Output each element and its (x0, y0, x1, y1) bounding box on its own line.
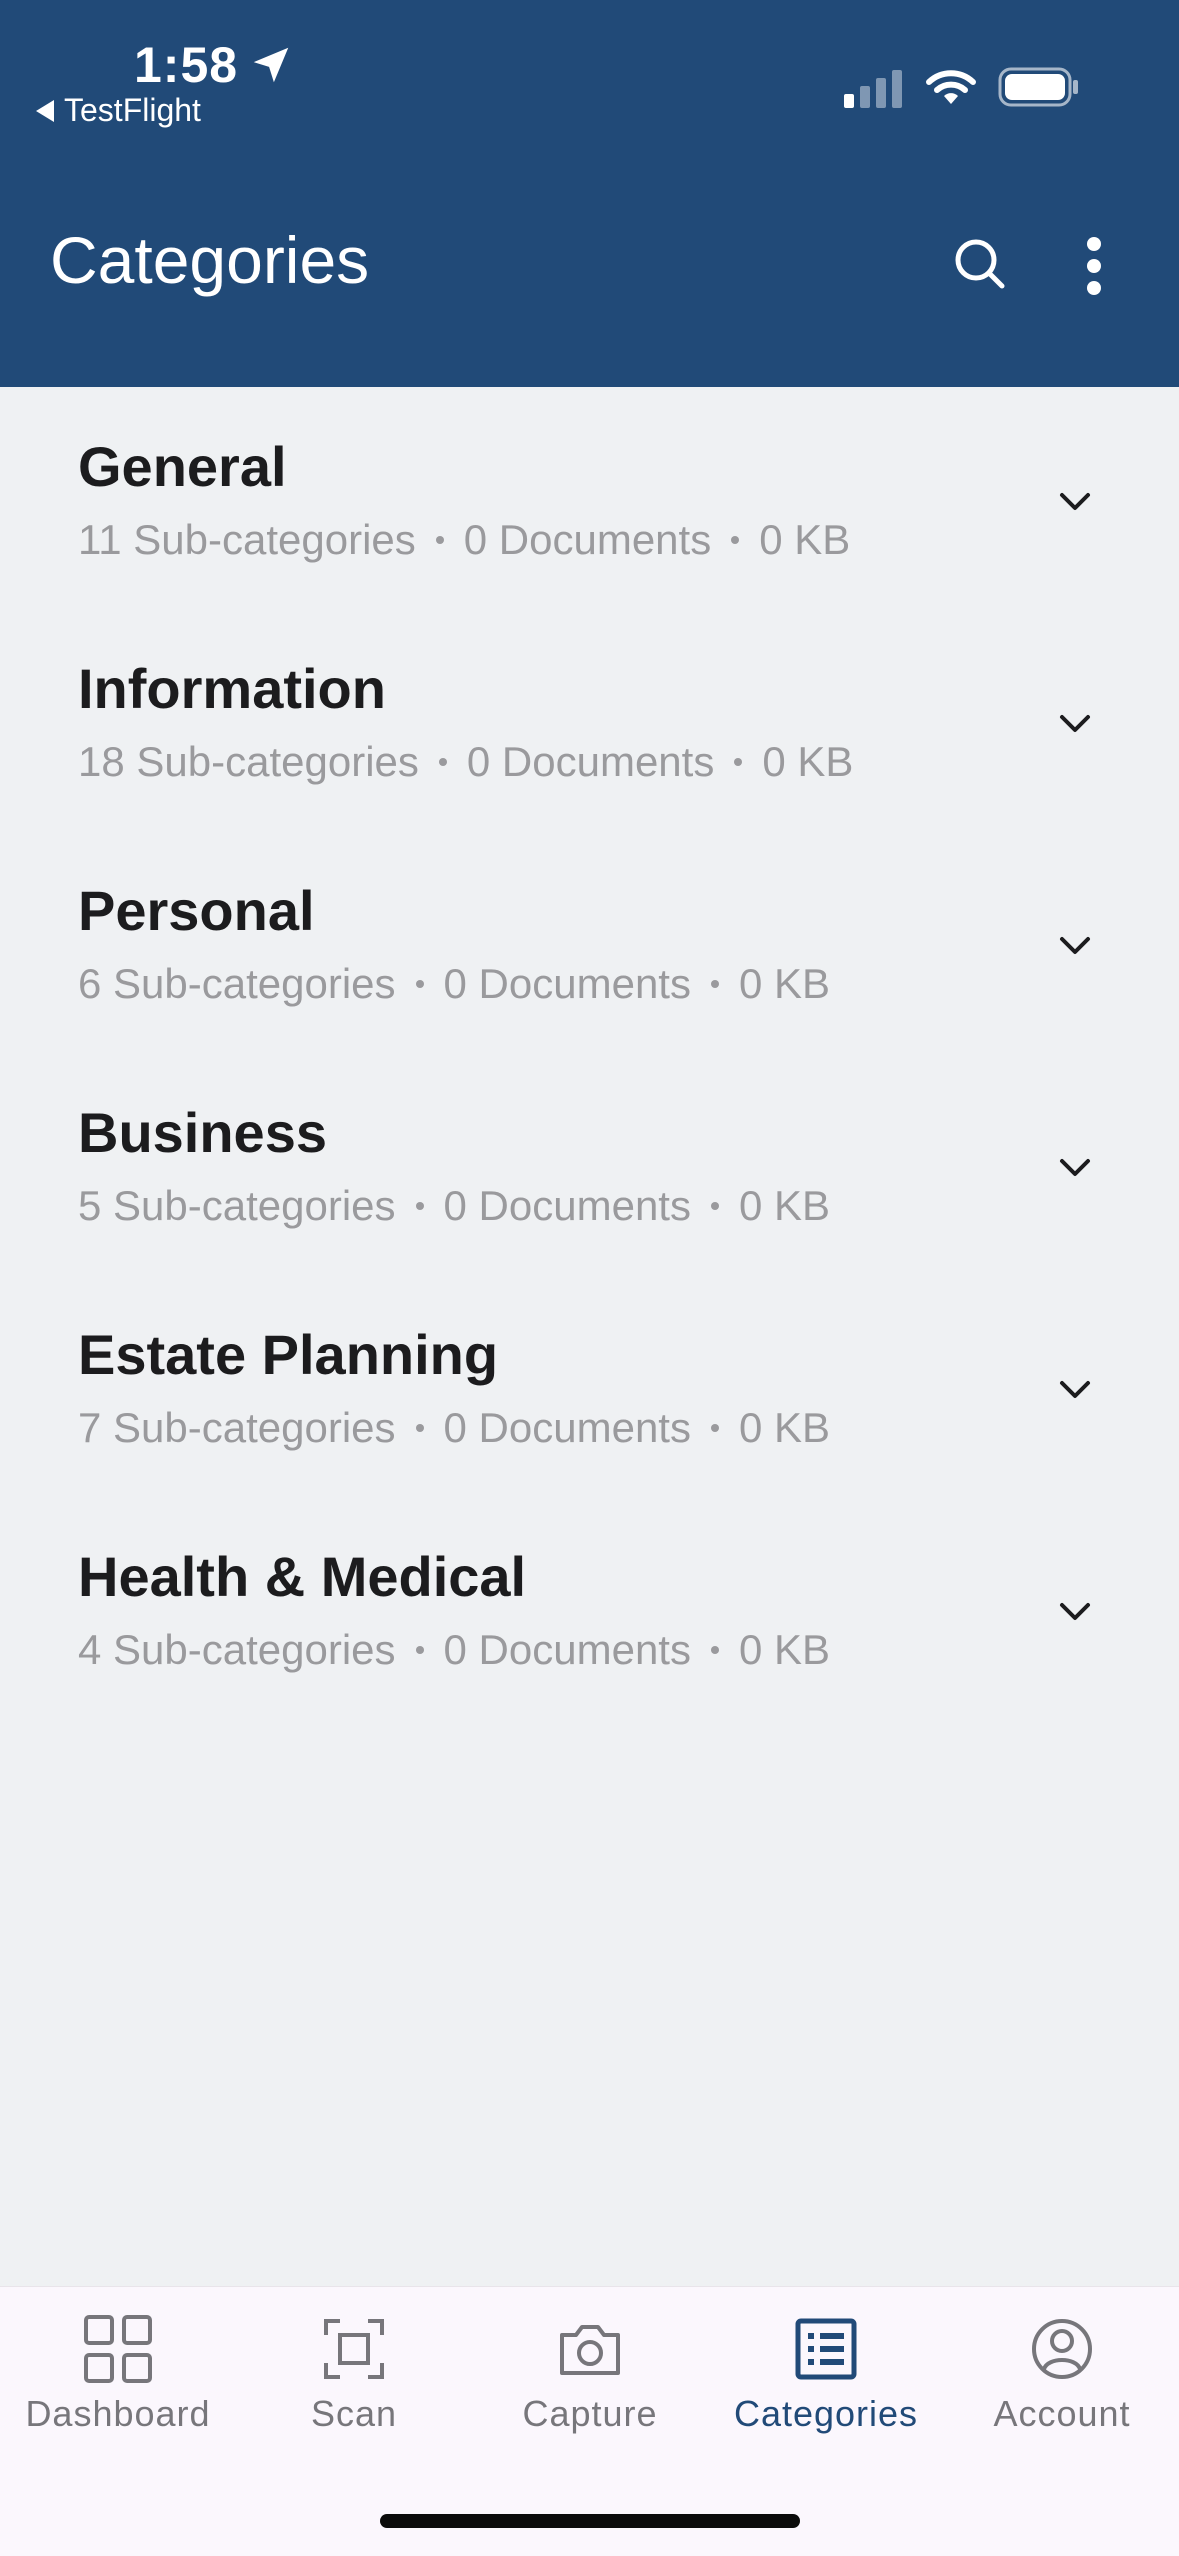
subcategory-count: 6 Sub-categories (78, 960, 396, 1007)
document-count: 0 Documents (443, 1182, 691, 1229)
document-count: 0 Documents (443, 960, 691, 1007)
wifi-icon (926, 70, 976, 104)
category-name: Personal (78, 879, 315, 942)
tab-label: Scan (310, 2393, 398, 2434)
separator-dot (710, 980, 719, 988)
location-arrow-icon (253, 47, 289, 83)
separator-dot (415, 1202, 424, 1210)
category-meta: 4 Sub-categories 0 Documents 0 KB (78, 1625, 830, 1675)
storage-size: 0 KB (762, 738, 854, 785)
storage-size: 0 KB (738, 1182, 831, 1229)
separator-dot (710, 1424, 719, 1432)
subcategory-count: 7 Sub-categories (78, 1404, 396, 1451)
storage-size: 0 KB (738, 1404, 831, 1451)
category-item-health-medical[interactable]: Health & Medical 4 Sub-categories 0 Docu… (0, 1497, 1179, 1719)
separator-dot (415, 980, 424, 988)
back-app-label: TestFlight (64, 92, 201, 128)
back-to-testflight-link[interactable]: TestFlight (36, 92, 201, 129)
category-item-information[interactable]: Information 18 Sub-categories 0 Document… (0, 609, 1179, 831)
category-meta: 6 Sub-categories 0 Documents 0 KB (78, 959, 830, 1009)
tab-label: Capture (522, 2393, 658, 2434)
tab-label: Account (993, 2393, 1131, 2434)
separator-dot (734, 758, 743, 766)
category-item-business[interactable]: Business 5 Sub-categories 0 Documents 0 … (0, 1053, 1179, 1275)
separator-dot (710, 1202, 719, 1210)
category-meta: 7 Sub-categories 0 Documents 0 KB (78, 1403, 830, 1453)
category-item-general[interactable]: General 11 Sub-categories 0 Documents 0 … (0, 387, 1179, 609)
storage-size: 0 KB (738, 960, 831, 1007)
chevron-down-icon[interactable] (1058, 713, 1092, 735)
list-icon (795, 2318, 857, 2380)
tab-label: Categories (733, 2393, 919, 2434)
category-name: Information (78, 657, 386, 720)
tab-scan[interactable]: Scan (236, 2313, 472, 2453)
tab-account[interactable]: Account (944, 2313, 1179, 2453)
document-count: 0 Documents (443, 1626, 691, 1673)
app-header: 1:58 TestFlight Categories (0, 0, 1179, 387)
chevron-down-icon[interactable] (1058, 935, 1092, 957)
separator-dot (415, 1646, 424, 1654)
status-time: 1:58 (134, 37, 239, 93)
separator-dot (438, 758, 447, 766)
chevron-down-icon[interactable] (1058, 1601, 1092, 1623)
tab-capture[interactable]: Capture (472, 2313, 708, 2453)
home-indicator[interactable] (380, 2514, 800, 2528)
document-count: 0 Documents (466, 738, 715, 785)
category-meta: 18 Sub-categories 0 Documents 0 KB (78, 737, 853, 787)
document-count: 0 Documents (443, 1404, 691, 1451)
chevron-down-icon[interactable] (1058, 1379, 1092, 1401)
tab-label: Dashboard (25, 2393, 211, 2434)
category-name: General (78, 435, 287, 498)
subcategory-count: 11 Sub-categories (78, 516, 416, 563)
account-icon (1032, 2319, 1092, 2379)
category-item-estate-planning[interactable]: Estate Planning 7 Sub-categories 0 Docum… (0, 1275, 1179, 1497)
document-count: 0 Documents (463, 516, 712, 563)
category-name: Estate Planning (78, 1323, 499, 1386)
category-meta: 5 Sub-categories 0 Documents 0 KB (78, 1181, 830, 1231)
separator-dot (731, 536, 740, 544)
battery-icon (998, 67, 1078, 107)
chevron-down-icon[interactable] (1058, 491, 1092, 513)
camera-icon (560, 2325, 620, 2375)
storage-size: 0 KB (738, 1626, 831, 1673)
separator-dot (710, 1646, 719, 1654)
back-triangle-icon (36, 99, 54, 122)
cellular-signal-icon (844, 70, 902, 108)
dashboard-icon (84, 2315, 152, 2383)
page-title: Categories (50, 223, 370, 297)
category-name: Health & Medical (78, 1545, 527, 1608)
category-name: Business (78, 1101, 327, 1164)
subcategory-count: 5 Sub-categories (78, 1182, 396, 1229)
chevron-down-icon[interactable] (1058, 1157, 1092, 1179)
search-icon[interactable] (950, 234, 1010, 294)
tab-dashboard[interactable]: Dashboard (0, 2313, 236, 2453)
subcategory-count: 4 Sub-categories (78, 1626, 396, 1673)
more-options-icon[interactable] (1070, 234, 1118, 298)
tab-categories[interactable]: Categories (708, 2313, 944, 2453)
scan-icon (324, 2319, 384, 2379)
separator-dot (415, 1424, 424, 1432)
storage-size: 0 KB (759, 516, 851, 563)
separator-dot (435, 536, 444, 544)
category-meta: 11 Sub-categories 0 Documents 0 KB (78, 515, 850, 565)
subcategory-count: 18 Sub-categories (78, 738, 419, 785)
category-item-personal[interactable]: Personal 6 Sub-categories 0 Documents 0 … (0, 831, 1179, 1053)
